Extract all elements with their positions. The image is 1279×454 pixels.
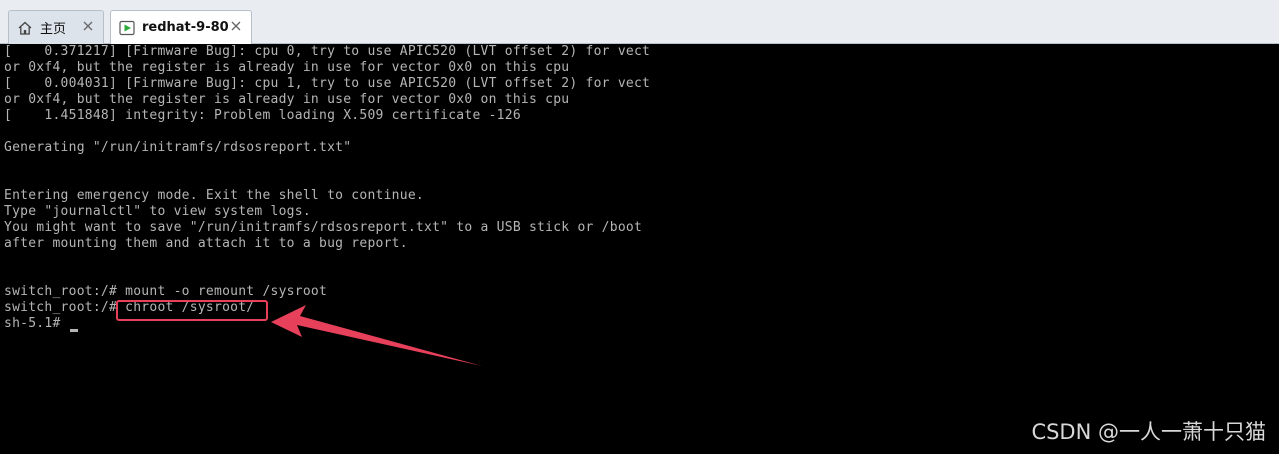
tab-bar: 主页 redhat-9-80 xyxy=(0,0,1279,44)
home-icon xyxy=(16,19,34,37)
console-line: You might want to save "/run/initramfs/r… xyxy=(4,220,643,235)
console-line: or 0xf4, but the register is already in … xyxy=(4,60,570,75)
close-icon[interactable] xyxy=(81,19,95,33)
console-line: [ 0.371217] [Firmware Bug]: cpu 0, try t… xyxy=(4,44,651,59)
highlight-box xyxy=(116,300,268,321)
console-line: after mounting them and attach it to a b… xyxy=(4,236,408,251)
vm-icon xyxy=(118,19,136,37)
prompt-line[interactable]: sh-5.1# xyxy=(4,316,78,332)
tab-redhat-vm[interactable]: redhat-9-80 xyxy=(110,10,252,44)
prompt-text: sh-5.1# xyxy=(4,316,69,331)
vm-console[interactable]: [ 0.371217] [Firmware Bug]: cpu 0, try t… xyxy=(0,44,1279,454)
tab-home[interactable]: 主页 xyxy=(8,10,104,44)
console-line: [ 1.451848] integrity: Problem loading X… xyxy=(4,108,521,123)
console-line: Type "journalctl" to view system logs. xyxy=(4,204,311,219)
console-line: Generating "/run/initramfs/rdsosreport.t… xyxy=(4,140,352,155)
console-line: switch_root:/# mount -o remount /sysroot xyxy=(4,284,328,299)
console-line: or 0xf4, but the register is already in … xyxy=(4,92,570,107)
tab-home-label: 主页 xyxy=(40,22,67,37)
tab-redhat-vm-label: redhat-9-80 xyxy=(142,20,229,35)
annotation-arrow-icon xyxy=(271,305,482,366)
console-line: Entering emergency mode. Exit the shell … xyxy=(4,188,424,203)
console-line: [ 0.004031] [Firmware Bug]: cpu 1, try t… xyxy=(4,76,651,91)
watermark: CSDN @一人一萧十只猫 xyxy=(1031,420,1266,444)
close-icon[interactable] xyxy=(229,19,243,33)
text-cursor xyxy=(69,329,78,332)
